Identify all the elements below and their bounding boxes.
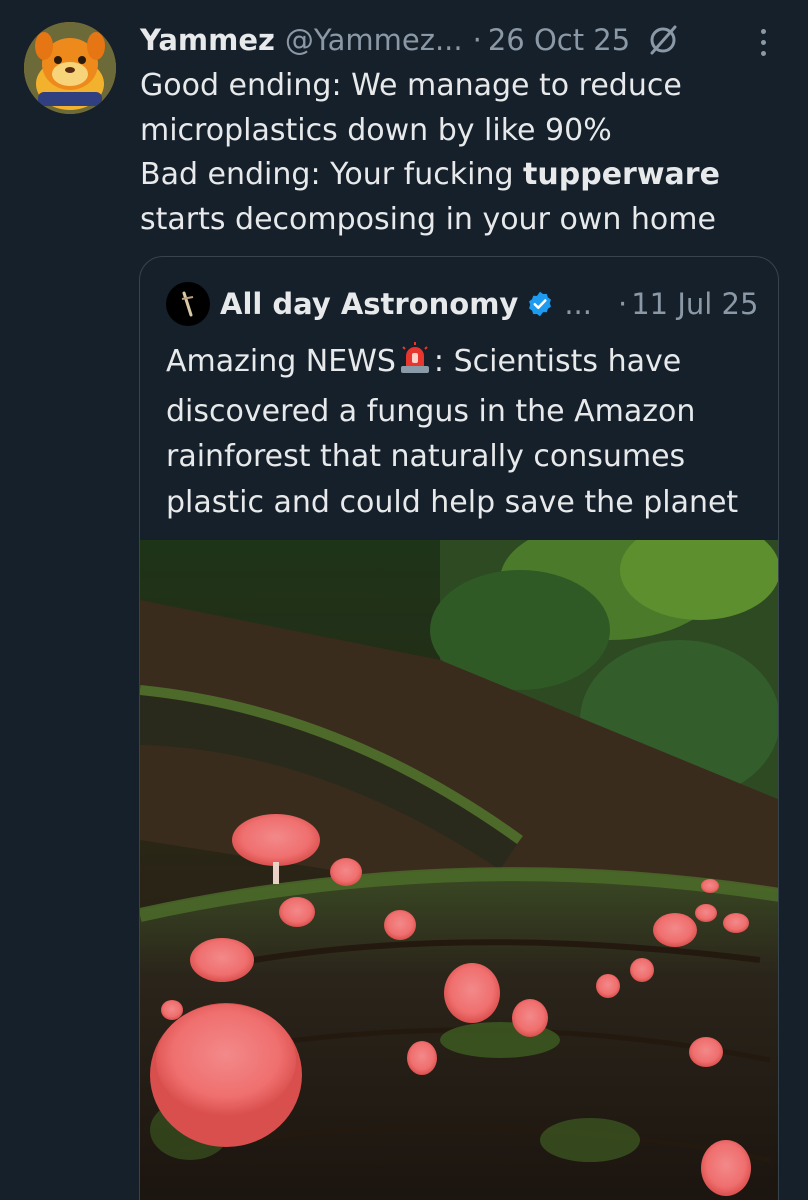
quoted-text-line: discovered a fungus in the Amazon bbox=[166, 393, 696, 429]
tweet-date[interactable]: 26 Oct 25 bbox=[488, 23, 630, 57]
tweet-text-line: Bad ending: Your fucking tupperware bbox=[140, 153, 780, 198]
quoted-display-name[interactable]: All day Astronomy bbox=[220, 287, 518, 321]
tweet-text-line: starts decomposing in your own home bbox=[140, 201, 716, 237]
user-avatar[interactable] bbox=[24, 22, 116, 114]
verified-badge-icon bbox=[526, 290, 554, 318]
quoted-handle-ellipsis: ... bbox=[564, 287, 592, 321]
bold-word: tupperware bbox=[523, 157, 720, 192]
telescope-icon bbox=[181, 291, 194, 317]
quoted-text-line: Amazing NEWS : Scientists have bbox=[166, 339, 766, 389]
tweet: Yammez @Yammez... · 26 Oct 25 Good endin… bbox=[0, 0, 808, 1200]
quoted-tweet-text: Amazing NEWS : Scientists have discovered… bbox=[166, 339, 766, 525]
vertical-ellipsis-icon[interactable] bbox=[748, 24, 778, 60]
tweet-header: Yammez @Yammez... · 26 Oct 25 bbox=[140, 18, 680, 62]
quoted-text-line: rainforest that naturally consumes bbox=[166, 439, 686, 474]
police-siren-emoji-icon bbox=[398, 341, 432, 389]
quoted-text-segment: Amazing NEWS bbox=[166, 344, 396, 379]
tweet-text-segment: Bad ending: Your fucking bbox=[140, 157, 524, 192]
slashed-circle-icon[interactable] bbox=[646, 23, 680, 57]
quoted-text-segment: : Scientists have bbox=[433, 344, 682, 379]
photo-illustration bbox=[140, 540, 778, 1200]
mascot-avatar-icon bbox=[24, 22, 116, 114]
tweet-text-line: Good ending: We manage to reduce bbox=[140, 68, 682, 103]
quoted-text-line: plastic and could help save the planet bbox=[166, 484, 739, 520]
display-name[interactable]: Yammez bbox=[140, 23, 275, 57]
tweet-text: Good ending: We manage to reduce micropl… bbox=[140, 64, 780, 242]
quoted-date[interactable]: 11 Jul 25 bbox=[631, 287, 758, 321]
tweet-text-line: microplastics down by like 90% bbox=[140, 112, 612, 148]
handle[interactable]: @Yammez... bbox=[285, 23, 463, 57]
quoted-tweet[interactable]: All day Astronomy ... · 11 Jul 25 Amazin… bbox=[139, 256, 779, 1200]
separator-dot: · bbox=[472, 23, 482, 57]
forest-fungus-photo[interactable] bbox=[140, 540, 778, 1200]
quoted-tweet-header: All day Astronomy ... · 11 Jul 25 bbox=[166, 279, 758, 329]
quoted-avatar[interactable] bbox=[166, 282, 210, 326]
separator-dot: · bbox=[618, 287, 628, 321]
